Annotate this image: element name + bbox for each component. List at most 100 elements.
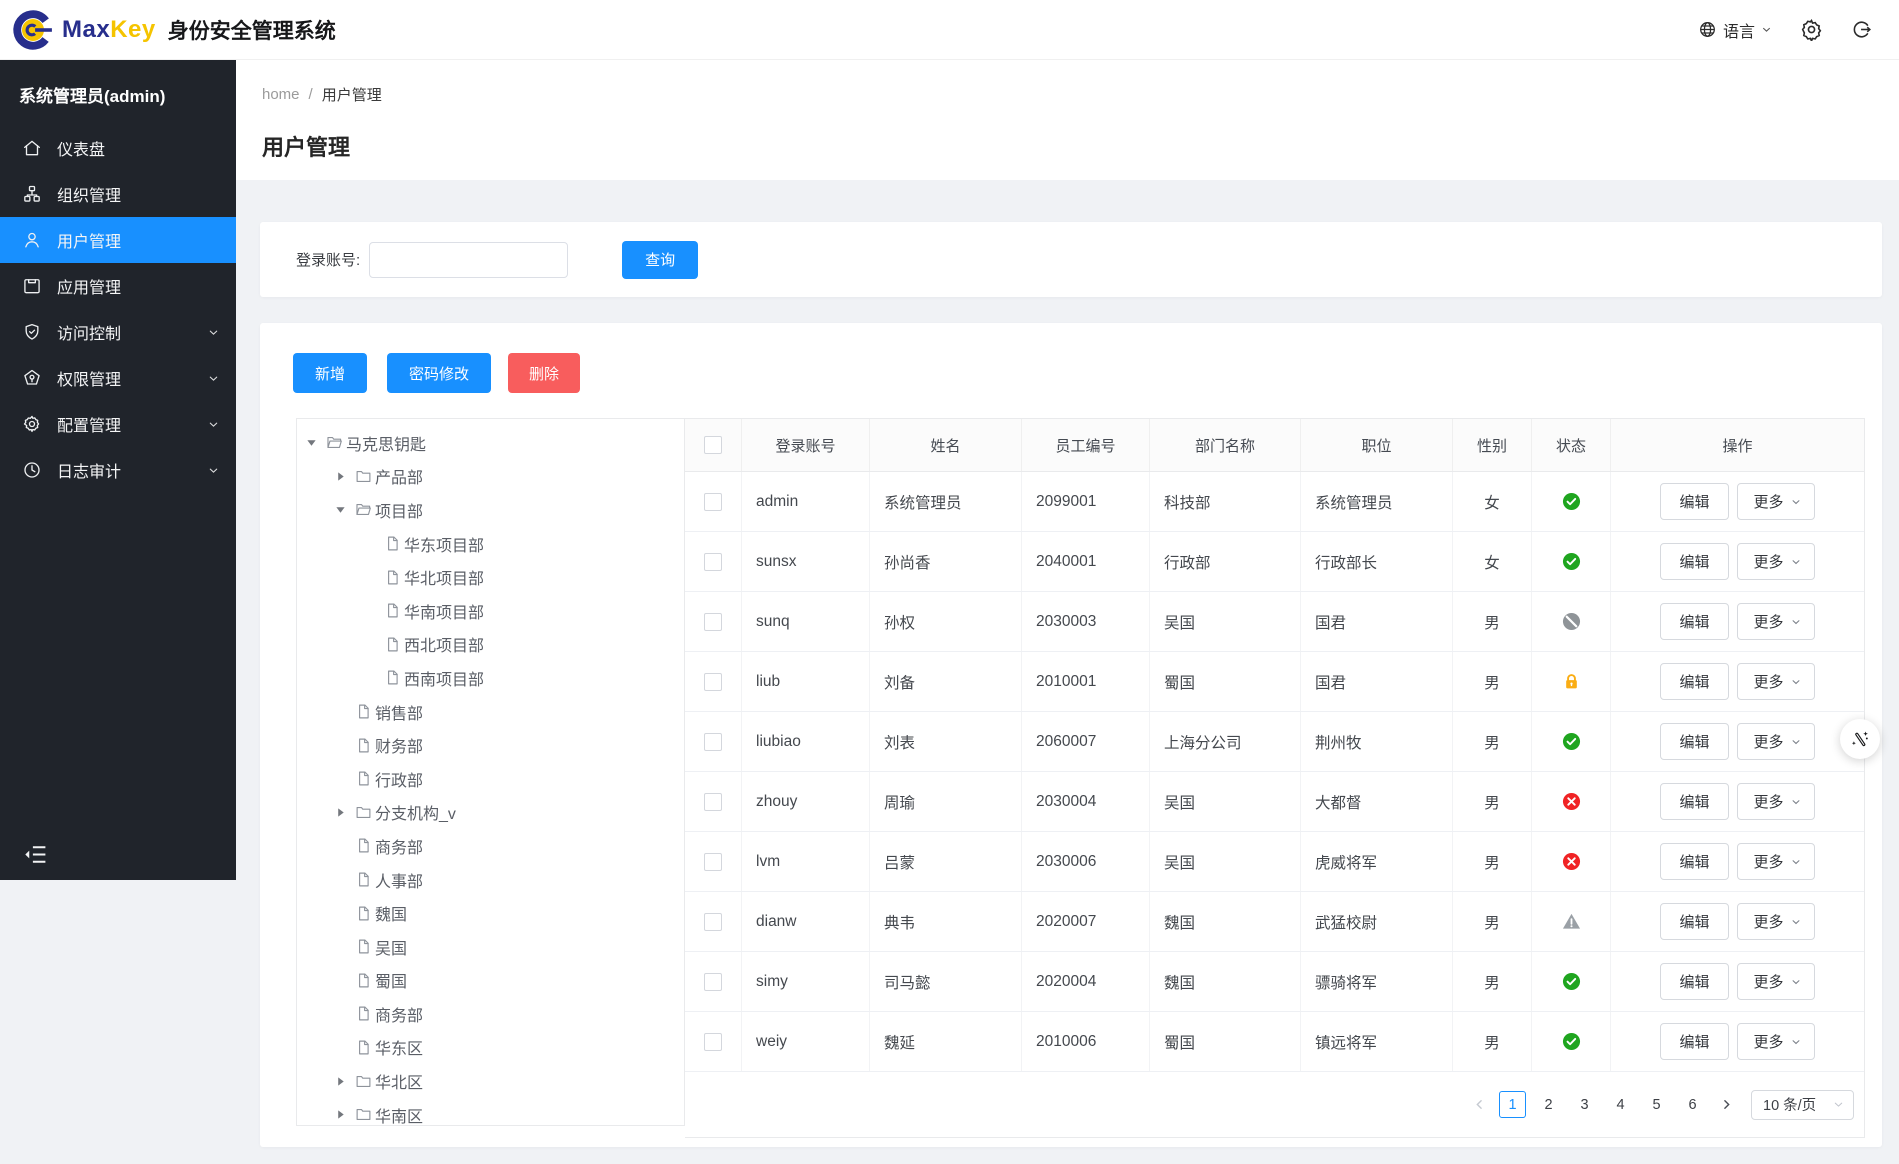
table-header-row: 登录账号 姓名 员工编号 部门名称 职位 性别 状态 操作	[685, 419, 1864, 472]
delete-button[interactable]: 删除	[508, 353, 581, 393]
page-size-select[interactable]: 10 条/页	[1751, 1089, 1854, 1120]
gear-icon[interactable]	[1800, 18, 1823, 41]
chevron-down-icon	[208, 465, 219, 476]
edit-button[interactable]: 编辑	[1660, 723, 1729, 760]
edit-button[interactable]: 编辑	[1660, 843, 1729, 880]
row-checkbox[interactable]	[704, 852, 722, 871]
tree-node[interactable]: 人事部	[297, 863, 684, 897]
cell-status	[1532, 772, 1611, 831]
row-checkbox[interactable]	[704, 672, 722, 691]
more-button[interactable]: 更多	[1736, 1023, 1815, 1060]
row-checkbox[interactable]	[704, 492, 722, 511]
edit-button[interactable]: 编辑	[1660, 663, 1729, 700]
tree-node[interactable]: 华东项目部	[297, 527, 684, 561]
logout-icon[interactable]	[1851, 19, 1872, 40]
edit-button[interactable]: 编辑	[1660, 903, 1729, 940]
sidebar-item-access-control[interactable]: 访问控制	[0, 309, 236, 355]
edit-button[interactable]: 编辑	[1660, 1023, 1729, 1060]
page-number-1[interactable]: 1	[1499, 1091, 1526, 1118]
page-number-4[interactable]: 4	[1607, 1091, 1634, 1118]
tree-node[interactable]: 华南区	[297, 1098, 684, 1125]
more-button[interactable]: 更多	[1736, 543, 1815, 580]
tree-node[interactable]: 华南项目部	[297, 594, 684, 628]
menu-fold-icon[interactable]	[23, 842, 48, 867]
sidebar-item-config[interactable]: 配置管理	[0, 401, 236, 447]
edit-button[interactable]: 编辑	[1660, 783, 1729, 820]
sidebar-item-permissions[interactable]: 权限管理	[0, 355, 236, 401]
tree-node[interactable]: 财务部	[297, 728, 684, 762]
tree-node[interactable]: 项目部	[297, 493, 684, 527]
prev-page-button[interactable]	[1468, 1094, 1490, 1116]
page-number-3[interactable]: 3	[1571, 1091, 1598, 1118]
caret-down-icon[interactable]	[334, 504, 346, 516]
table-header-cell: 姓名	[870, 419, 1022, 471]
tree-node[interactable]: 商务部	[297, 997, 684, 1031]
tree-node[interactable]: 产品部	[297, 460, 684, 494]
sidebar-item-users[interactable]: 用户管理	[0, 217, 236, 263]
more-button[interactable]: 更多	[1736, 603, 1815, 640]
page-number-6[interactable]: 6	[1679, 1091, 1706, 1118]
floating-theme-button[interactable]	[1840, 719, 1880, 759]
sidebar-item-org[interactable]: 组织管理	[0, 171, 236, 217]
more-button[interactable]: 更多	[1736, 783, 1815, 820]
system-title: 身份安全管理系统	[167, 19, 336, 43]
caret-down-icon[interactable]	[305, 437, 317, 449]
tree-node[interactable]: 吴国	[297, 930, 684, 964]
tree-node[interactable]: 商务部	[297, 829, 684, 863]
sidebar-item-dashboard[interactable]: 仪表盘	[0, 125, 236, 171]
more-button[interactable]: 更多	[1736, 903, 1815, 940]
row-checkbox[interactable]	[704, 612, 722, 631]
caret-right-icon[interactable]	[334, 470, 346, 482]
tree-node[interactable]: 西北项目部	[297, 628, 684, 662]
tree-node[interactable]: 行政部	[297, 762, 684, 796]
select-all-checkbox[interactable]	[704, 436, 722, 454]
row-checkbox[interactable]	[704, 792, 722, 811]
edit-button[interactable]: 编辑	[1660, 543, 1729, 580]
tree-node[interactable]: 华东区	[297, 1031, 684, 1065]
tree-node[interactable]: 蜀国	[297, 964, 684, 998]
page-number-5[interactable]: 5	[1643, 1091, 1670, 1118]
brand-name: MaxKey	[62, 15, 156, 43]
edit-button[interactable]: 编辑	[1660, 483, 1729, 520]
more-button[interactable]: 更多	[1736, 483, 1815, 520]
login-account-input[interactable]	[369, 241, 569, 278]
tree-node[interactable]: 销售部	[297, 695, 684, 729]
more-button[interactable]: 更多	[1736, 963, 1815, 1000]
caret-right-icon[interactable]	[334, 1109, 346, 1121]
caret-right-icon[interactable]	[334, 1075, 346, 1087]
query-button[interactable]: 查询	[622, 240, 699, 279]
edit-button[interactable]: 编辑	[1660, 603, 1729, 640]
doc-icon	[355, 837, 372, 854]
tree-node[interactable]: 魏国	[297, 896, 684, 930]
more-button[interactable]: 更多	[1736, 843, 1815, 880]
doc-icon	[355, 972, 372, 989]
breadcrumb-home[interactable]: home	[262, 86, 300, 103]
locked-status-icon	[1562, 672, 1581, 691]
row-checkbox[interactable]	[704, 912, 722, 931]
page-number-2[interactable]: 2	[1535, 1091, 1562, 1118]
caret-spacer	[363, 538, 375, 550]
row-checkbox[interactable]	[704, 732, 722, 751]
cell-actions: 编辑 更多	[1611, 472, 1864, 531]
change-password-button[interactable]: 密码修改	[387, 353, 492, 393]
more-button[interactable]: 更多	[1736, 723, 1815, 760]
row-checkbox[interactable]	[704, 552, 722, 571]
tree-node[interactable]: 华北区	[297, 1064, 684, 1098]
tree-node[interactable]: 马克思钥匙	[297, 426, 684, 460]
next-page-button[interactable]	[1715, 1094, 1737, 1116]
caret-right-icon[interactable]	[334, 806, 346, 818]
tree-node[interactable]: 西南项目部	[297, 661, 684, 695]
row-checkbox[interactable]	[704, 972, 722, 991]
edit-button[interactable]: 编辑	[1660, 963, 1729, 1000]
cell-actions: 编辑 更多	[1611, 532, 1864, 591]
sidebar-item-apps[interactable]: 应用管理	[0, 263, 236, 309]
tree-node[interactable]: 分支机构_v	[297, 796, 684, 830]
language-menu[interactable]: 语言	[1698, 18, 1772, 42]
row-checkbox[interactable]	[704, 1032, 722, 1051]
add-button[interactable]: 新增	[293, 353, 368, 393]
tree-node[interactable]: 华北项目部	[297, 560, 684, 594]
cell-actions: 编辑 更多	[1611, 1012, 1864, 1071]
more-button[interactable]: 更多	[1736, 663, 1815, 700]
cell-status	[1532, 892, 1611, 951]
sidebar-item-audit-log[interactable]: 日志审计	[0, 447, 236, 493]
